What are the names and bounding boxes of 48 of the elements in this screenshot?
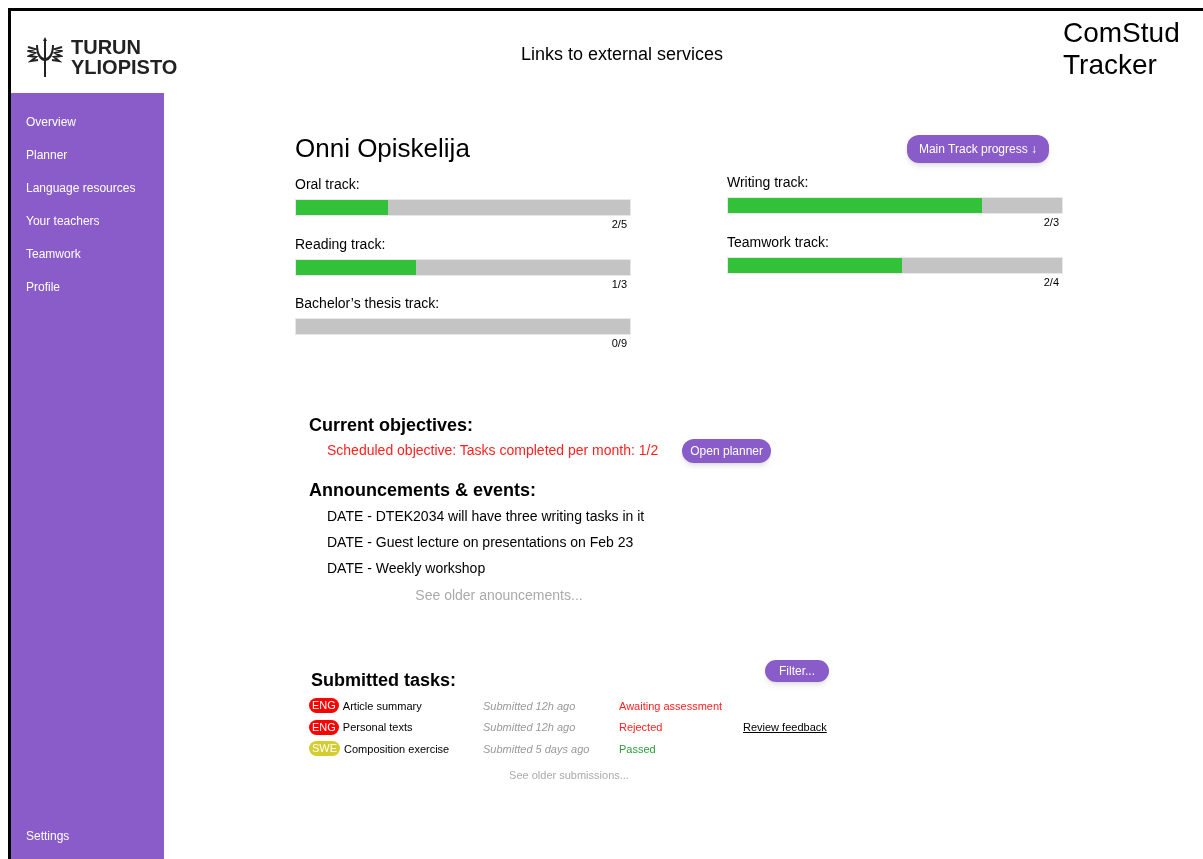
task-status: Rejected xyxy=(619,721,663,733)
logo-text: YLIOPISTO xyxy=(71,57,178,77)
task-name: Article summary xyxy=(342,698,422,714)
filter-button[interactable]: Filter... xyxy=(765,659,829,682)
sidebar-item[interactable]: Overview xyxy=(11,113,164,131)
track-label: Reading track: xyxy=(295,234,387,254)
track-label: Writing track: xyxy=(727,173,810,192)
progress-count: 2/4 xyxy=(1043,274,1059,290)
external-links-link[interactable]: Links to external services xyxy=(520,41,724,68)
announcement-text: DATE - Weekly workshop xyxy=(327,558,487,578)
submitted-time: Submitted 5 days ago xyxy=(483,742,590,755)
sidebar-item[interactable]: Profile xyxy=(11,278,164,296)
logo-icon xyxy=(27,35,63,79)
section-heading: Current objectives: xyxy=(309,413,475,437)
language-tag: ENG xyxy=(309,698,339,714)
progress-count: 0/9 xyxy=(611,336,627,351)
objective-text: Scheduled objective: Tasks completed per month: 1/2 xyxy=(327,441,659,460)
sidebar-item[interactable]: Planner xyxy=(11,146,164,164)
submitted-time: Submitted 12h ago xyxy=(483,721,576,733)
task-name: Composition exercise xyxy=(344,741,450,757)
track-label: Oral track: xyxy=(295,175,361,194)
sidebar-item[interactable]: Teamwork xyxy=(11,245,164,263)
main-track-button[interactable]: Main Track progress ↓ xyxy=(906,134,1049,163)
older-submissions-link[interactable]: See older submissions... xyxy=(509,767,629,784)
older-announcements-link[interactable]: See older anouncements... xyxy=(415,584,583,606)
language-tag: ENG xyxy=(309,719,339,735)
task-status: Awaiting assessment xyxy=(619,699,723,712)
announcement-text: DATE - Guest lecture on presentations on Feb 23 xyxy=(327,532,635,552)
sidebar-item[interactable]: Settings xyxy=(11,827,164,845)
logo-text: TURUN xyxy=(71,37,142,57)
progress-count: 1/3 xyxy=(611,276,627,292)
section-heading: Announcements & events: xyxy=(309,478,538,502)
task-status: Passed xyxy=(619,742,656,755)
submitted-time: Submitted 12h ago xyxy=(483,699,576,712)
track-label: Teamwork track: xyxy=(727,232,830,252)
sidebar-item[interactable]: Your teachers xyxy=(11,212,164,230)
student-name: Onni Opiskelija xyxy=(295,132,470,165)
track-label: Bachelor’s thesis track: xyxy=(295,294,441,313)
progress-count: 2/5 xyxy=(611,217,627,232)
task-name: Personal texts xyxy=(342,720,413,735)
progress-count: 2/3 xyxy=(1043,215,1059,230)
section-heading: Submitted tasks: xyxy=(311,668,457,692)
announcement-text: DATE - DTEK2034 will have three writing tasks in it xyxy=(327,506,646,526)
open-planner-button[interactable]: Open planner xyxy=(682,438,771,463)
review-feedback-link[interactable]: Review feedback xyxy=(743,719,827,736)
sidebar-item[interactable]: Language resources xyxy=(11,179,164,197)
app-title: ComStud Tracker xyxy=(1063,17,1181,81)
language-tag: SWE xyxy=(309,741,341,757)
